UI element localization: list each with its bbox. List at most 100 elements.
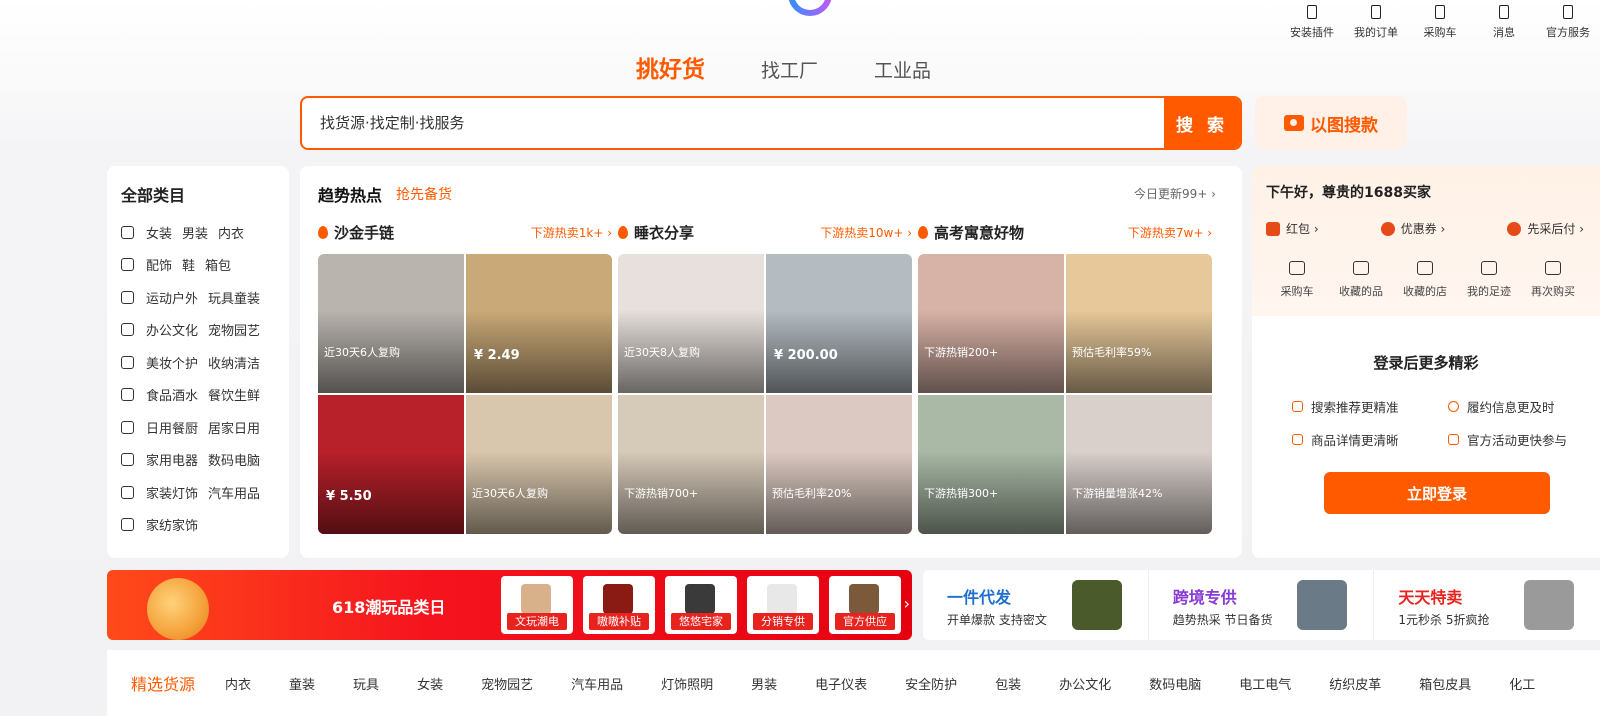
promo-item-image [521,584,551,614]
trend-column-header[interactable]: 睡衣分享 下游热卖10w+ › [618,222,912,243]
category-row: 家装灯饰 汽车用品 [121,476,275,509]
tab-good-products[interactable]: 挑好货 [636,50,705,84]
product-tile[interactable]: 下游热销300+ [918,395,1064,534]
trend-column-header[interactable]: 高考寓意好物 下游热卖7w+ › [918,222,1212,243]
promo-item[interactable]: 分销专供 [747,576,819,634]
image-search-button[interactable]: 以图搜款 [1255,96,1407,150]
util-messages[interactable]: 消息 [1472,0,1536,44]
promo-item[interactable]: 官方供应 [829,576,901,634]
service-cross-border[interactable]: 跨境专供 趋势热采 节日备货 [1149,570,1375,640]
category-link[interactable]: 日用餐厨 [146,418,198,437]
chevron-right-icon[interactable]: › [904,594,910,613]
product-tile[interactable]: 下游热销700+ [618,395,764,534]
login-button[interactable]: 立即登录 [1324,472,1550,514]
source-tab[interactable]: 电工电气 [1239,674,1291,693]
quick-link-rebuy[interactable]: 再次购买 [1522,261,1584,299]
source-tab[interactable]: 男装 [751,674,777,693]
product-tile[interactable]: 近30天6人复购 [466,395,612,534]
source-tab[interactable]: 宠物园艺 [481,674,533,693]
source-tab[interactable]: 纺织皮革 [1329,674,1381,693]
tab-find-factory[interactable]: 找工厂 [761,56,818,83]
source-tab[interactable]: 灯饰照明 [661,674,713,693]
product-tile[interactable]: ¥ 200.00 [766,254,912,393]
promo-item[interactable]: 嗷嗷补贴 [583,576,655,634]
tab-industrial[interactable]: 工业品 [874,56,931,83]
product-tile[interactable]: 下游热销200+ [918,254,1064,393]
source-tab[interactable]: 化工 [1509,674,1535,693]
product-tile[interactable]: 近30天6人复购 [318,254,464,393]
category-link[interactable]: 内衣 [218,223,244,242]
source-tab[interactable]: 童装 [289,674,315,693]
trend-column-hot[interactable]: 下游热卖7w+ › [1128,224,1212,241]
category-link[interactable]: 玩具童装 [208,288,260,307]
logo[interactable] [788,0,832,16]
category-link[interactable]: 男装 [182,223,208,242]
category-link[interactable]: 鞋 [182,255,195,274]
promo-item-label: 文玩潮电 [507,613,567,630]
source-tab[interactable]: 数码电脑 [1149,674,1201,693]
util-cart[interactable]: 采购车 [1408,0,1472,44]
category-link[interactable]: 收纳清洁 [208,353,260,372]
search-button[interactable]: 搜 索 [1164,98,1240,148]
category-link[interactable]: 配饰 [146,255,172,274]
util-official-service[interactable]: 官方服务 [1536,0,1600,44]
product-tile[interactable]: ¥ 2.49 [466,254,612,393]
category-link[interactable]: 餐饮生鲜 [208,385,260,404]
promo-item[interactable]: 文玩潮电 [501,576,573,634]
category-link[interactable]: 汽车用品 [208,483,260,502]
promo-item-label: 官方供应 [835,613,895,630]
category-link[interactable]: 宠物园艺 [208,320,260,339]
perk-coupon[interactable]: 优惠券 › [1380,220,1445,237]
category-link[interactable]: 家装灯饰 [146,483,198,502]
source-tab[interactable]: 玩具 [353,674,379,693]
category-link[interactable]: 运动户外 [146,288,198,307]
util-install-plugin[interactable]: 安装插件 [1280,0,1344,44]
red-packet-icon [1266,221,1280,236]
category-link[interactable]: 办公文化 [146,320,198,339]
category-link[interactable]: 居家日用 [208,418,260,437]
trending-subtitle[interactable]: 抢先备货 [396,184,452,204]
perk-pay-later[interactable]: 先采后付 › [1507,220,1584,237]
source-tab[interactable]: 女装 [417,674,443,693]
trend-column-hot[interactable]: 下游热卖10w+ › [820,224,912,241]
search-input[interactable] [302,98,1164,148]
trend-column-hot[interactable]: 下游热卖1k+ › [531,224,612,241]
category-link[interactable]: 箱包 [205,255,231,274]
quick-link-cart[interactable]: 采购车 [1266,261,1328,299]
category-link[interactable]: 女装 [146,223,172,242]
product-tile[interactable]: 下游销量增涨42% [1066,395,1212,534]
product-tile[interactable]: ¥ 5.50 [318,395,464,534]
source-tab[interactable]: 内衣 [225,674,251,693]
util-my-orders[interactable]: 我的订单 [1344,0,1408,44]
source-tab[interactable]: 包装 [995,674,1021,693]
service-dropship[interactable]: 一件代发 开单爆款 支持密文 [923,570,1149,640]
source-tab[interactable]: 箱包皮具 [1419,674,1471,693]
service-daily-deals[interactable]: 天天特卖 1元秒杀 5折疯抢 [1374,570,1600,640]
service-strip: 一件代发 开单爆款 支持密文 跨境专供 趋势热采 节日备货 天天特卖 1元秒杀 … [923,570,1600,640]
product-tile[interactable]: 预估毛利率59% [1066,254,1212,393]
trending-update-link[interactable]: 今日更新99+ › [1134,185,1216,202]
source-tab[interactable]: 精选货源 [131,671,195,695]
category-link[interactable]: 家纺家饰 [146,515,198,534]
source-tab[interactable]: 汽车用品 [571,674,623,693]
perk-red-packet[interactable]: 红包 › [1266,220,1319,237]
category-link[interactable]: 家用电器 [146,450,198,469]
product-tile[interactable]: 预估毛利率20% [766,395,912,534]
category-link[interactable]: 数码电脑 [208,450,260,469]
trend-column-header[interactable]: 沙金手链 下游热卖1k+ › [318,222,612,243]
pay-later-icon [1507,221,1522,236]
source-tab[interactable]: 办公文化 [1059,674,1111,693]
quick-link-fav-shops[interactable]: 收藏的店 [1394,261,1456,299]
source-tab[interactable]: 安全防护 [905,674,957,693]
tent-icon [121,290,134,304]
promo-item-image [685,584,715,614]
quick-link-footprint[interactable]: 我的足迹 [1458,261,1520,299]
category-link[interactable]: 美妆个护 [146,353,198,372]
product-tile[interactable]: 近30天8人复购 [618,254,764,393]
trend-grid: 近30天6人复购 ¥ 2.49 ¥ 5.50 近30天6人复购 [318,254,612,534]
promo-item[interactable]: 悠悠宅家 [665,576,737,634]
category-link[interactable]: 食品酒水 [146,385,198,404]
source-tab[interactable]: 电子仪表 [815,674,867,693]
quick-link-fav-products[interactable]: 收藏的品 [1330,261,1392,299]
promo-banner[interactable]: 618潮玩品类日 文玩潮电 嗷嗷补贴 悠悠宅家 分销专供 官方供应 › [107,570,912,640]
